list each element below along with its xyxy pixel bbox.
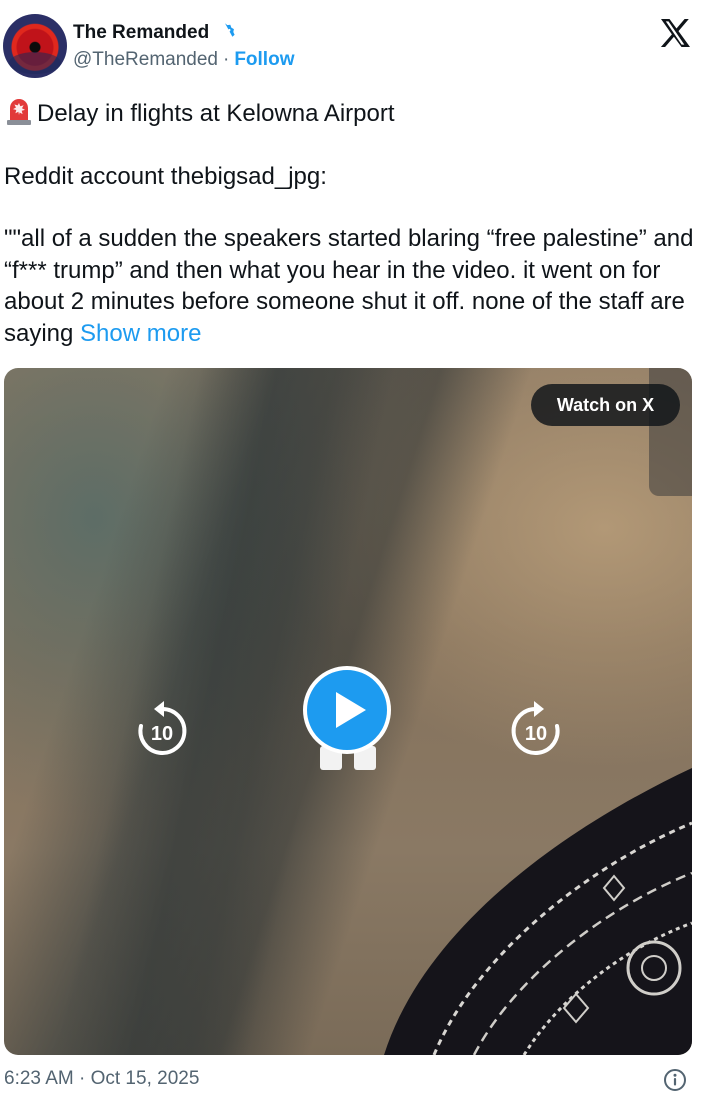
author-display-name[interactable]: The Remanded xyxy=(73,22,209,44)
separator-dot: · xyxy=(222,49,230,70)
seek-forward-icon[interactable]: 10 xyxy=(505,700,567,762)
author-handle[interactable]: @TheRemanded xyxy=(73,49,218,71)
follow-button[interactable]: Follow xyxy=(234,49,294,71)
verified-badge-icon xyxy=(219,23,235,38)
tweet-line-quote: ""all of a sudden the speakers started b… xyxy=(4,223,694,349)
tweet-line-headline: Delay in flights at Kelowna Airport xyxy=(4,96,694,130)
tweet-headline-text: Delay in flights at Kelowna Airport xyxy=(37,100,395,127)
seek-back-icon[interactable]: 10 xyxy=(131,700,193,762)
seek-forward-label: 10 xyxy=(525,723,547,745)
info-icon[interactable] xyxy=(663,1068,687,1092)
author-handle-row: @TheRemanded · Follow xyxy=(73,49,294,71)
tweet-footer: 6:23 AM · Oct 15, 2025 xyxy=(4,1068,694,1094)
seek-back-label: 10 xyxy=(151,723,173,745)
play-button[interactable] xyxy=(303,666,391,754)
avatar[interactable] xyxy=(3,14,67,78)
x-logo-icon[interactable] xyxy=(659,18,691,48)
tweet-line-source: Reddit account thebigsad_jpg: xyxy=(4,162,327,190)
tweet-timestamp[interactable]: 6:23 AM · Oct 15, 2025 xyxy=(4,1068,199,1090)
police-light-icon xyxy=(7,99,31,125)
video-player[interactable]: Watch on X 10 10 xyxy=(4,368,692,1055)
tweet-body: Delay in flights at Kelowna Airport Redd… xyxy=(4,96,694,349)
show-more-link[interactable]: Show more xyxy=(80,320,201,347)
tweet-header: The Remanded @TheRemanded · Follow xyxy=(0,0,702,90)
watch-on-x-button[interactable]: Watch on X xyxy=(531,384,680,426)
author-name-row: The Remanded xyxy=(73,20,236,46)
play-icon xyxy=(336,692,366,728)
